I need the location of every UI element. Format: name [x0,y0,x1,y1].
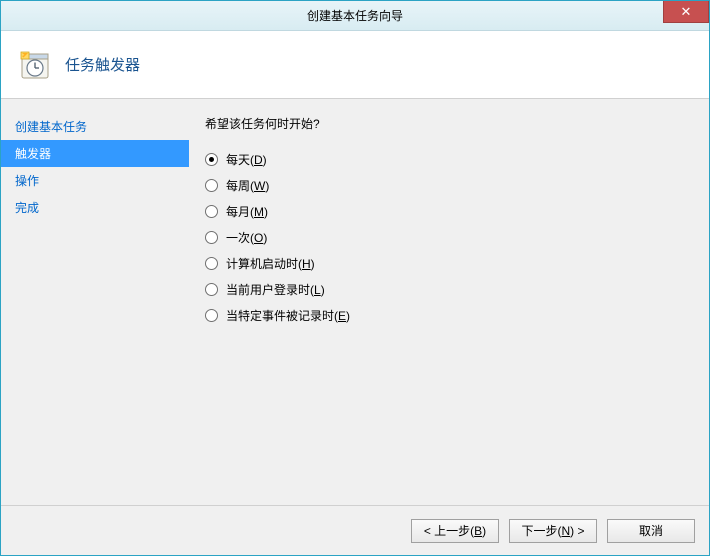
trigger-option-5[interactable]: 当前用户登录时(L) [205,276,689,302]
radio-label: 每天(D) [226,151,267,168]
radio-label: 一次(O) [226,229,267,246]
content-area: 创建基本任务触发器操作完成 希望该任务何时开始? 每天(D) 每周(W) 每月(M)… [1,99,709,505]
wizard-footer: < 上一步(B) 下一步(N) > 取消 [1,505,709,555]
trigger-option-3[interactable]: 一次(O) [205,224,689,250]
radio-icon [205,153,218,166]
sidebar-step-1[interactable]: 触发器 [1,140,189,167]
page-title: 任务触发器 [65,54,140,75]
sidebar-step-2[interactable]: 操作 [1,167,189,194]
radio-label: 当前用户登录时(L) [226,281,325,298]
radio-icon [205,283,218,296]
cancel-button[interactable]: 取消 [607,519,695,543]
radio-label: 每周(W) [226,177,269,194]
wizard-window: 创建基本任务向导 ✕ 任务触发器 创建基本任务触发器操作完成 希望该任务何时开始… [0,0,710,556]
cancel-label: 取消 [639,522,663,539]
radio-icon [205,205,218,218]
radio-icon [205,257,218,270]
radio-icon [205,309,218,322]
back-button[interactable]: < 上一步(B) [411,519,499,543]
main-panel: 希望该任务何时开始? 每天(D) 每周(W) 每月(M) 一次(O) 计算机启动时(H)… [189,99,709,505]
window-title: 创建基本任务向导 [307,7,403,24]
trigger-option-0[interactable]: 每天(D) [205,146,689,172]
sidebar-step-0[interactable]: 创建基本任务 [1,113,189,140]
trigger-option-4[interactable]: 计算机启动时(H) [205,250,689,276]
trigger-option-1[interactable]: 每周(W) [205,172,689,198]
trigger-option-6[interactable]: 当特定事件被记录时(E) [205,302,689,328]
close-icon: ✕ [681,4,692,20]
titlebar: 创建基本任务向导 ✕ [1,1,709,31]
trigger-question: 希望该任务何时开始? [205,115,689,132]
close-button[interactable]: ✕ [663,1,709,23]
radio-icon [205,179,218,192]
clock-task-icon [19,49,51,81]
next-button[interactable]: 下一步(N) > [509,519,597,543]
back-label: < 上一步(B) [424,522,486,539]
sidebar-step-3[interactable]: 完成 [1,194,189,221]
radio-icon [205,231,218,244]
next-label: 下一步(N) > [521,522,584,539]
wizard-sidebar: 创建基本任务触发器操作完成 [1,99,189,505]
radio-label: 计算机启动时(H) [226,255,315,272]
radio-label: 当特定事件被记录时(E) [226,307,350,324]
radio-label: 每月(M) [226,203,268,220]
trigger-option-2[interactable]: 每月(M) [205,198,689,224]
wizard-header: 任务触发器 [1,31,709,99]
